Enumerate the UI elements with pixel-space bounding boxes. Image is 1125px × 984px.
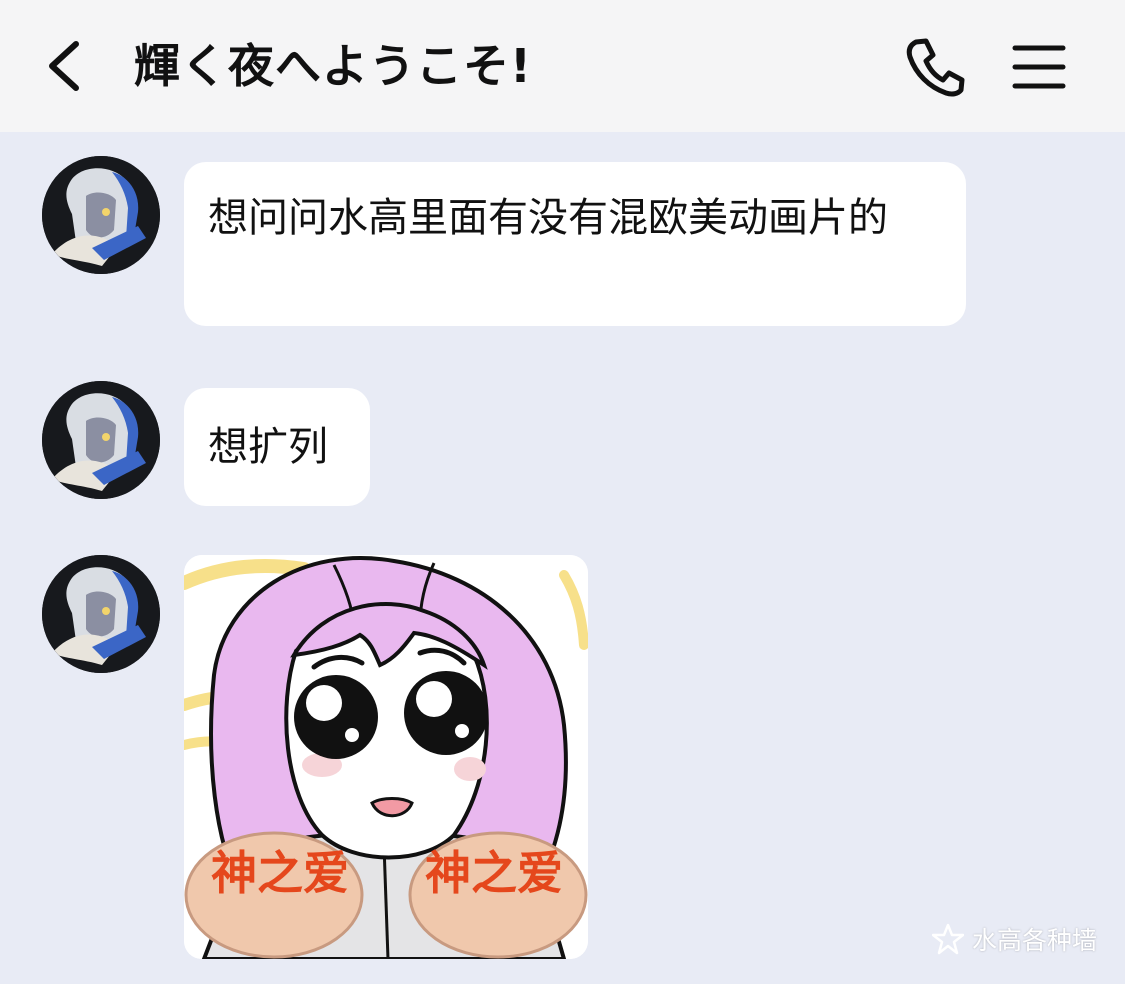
back-button[interactable] [38, 36, 94, 96]
avatar[interactable] [42, 555, 160, 673]
sticker-image: 神之爱 神之爱 [184, 555, 588, 959]
hamburger-menu-icon [1012, 45, 1066, 89]
message-text: 想扩列 [208, 424, 328, 470]
menu-button[interactable] [1010, 40, 1068, 92]
star-icon [932, 923, 964, 955]
watermark-text: 水高各种墙 [972, 926, 1098, 955]
chevron-left-icon [49, 41, 79, 91]
message-text: 想问问水高里面有没有混欧美动画片的 [208, 195, 888, 241]
avatar[interactable] [42, 156, 160, 274]
chat-header: 輝く夜へようこそ! [0, 0, 1125, 132]
avatar[interactable] [42, 381, 160, 499]
sticker-message[interactable]: 神之爱 神之爱 [184, 555, 588, 959]
sticker-caption-left: 神之爱 [211, 846, 349, 900]
chat-screen: 輝く夜へようこそ! 想问问水高里面有没有混欧美动画片的 想扩列 神之爱 神之爱 … [0, 0, 1125, 984]
message-bubble[interactable]: 想扩列 [184, 388, 370, 506]
sticker-caption-right: 神之爱 [425, 846, 563, 900]
call-button[interactable] [902, 36, 968, 98]
phone-icon [906, 38, 965, 97]
message-bubble[interactable]: 想问问水高里面有没有混欧美动画片的 [184, 162, 966, 326]
chat-title: 輝く夜へようこそ! [134, 39, 532, 93]
watermark: 水高各种墙 [932, 921, 1097, 957]
